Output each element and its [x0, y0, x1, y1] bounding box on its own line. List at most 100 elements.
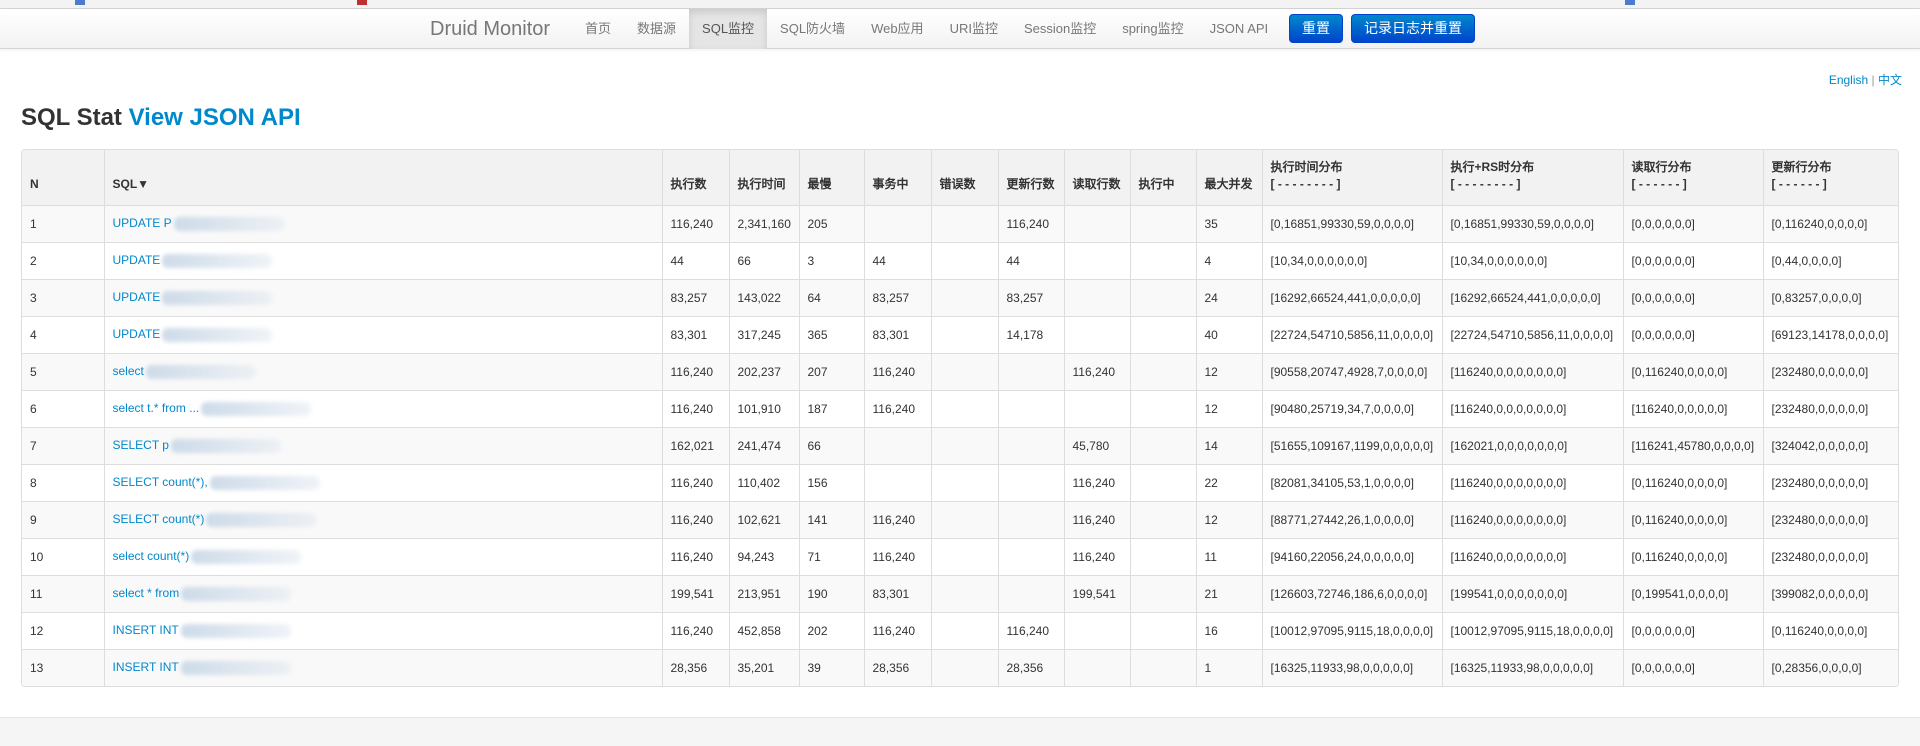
cell-sql-text[interactable]: SELECT p — [103, 426, 662, 464]
nav-item-spring-monitor[interactable]: spring监控 — [1109, 9, 1196, 49]
cell-update-histogram: [0,116240,0,0,0,0] — [1762, 204, 1898, 242]
col-header-error-count[interactable]: 错误数 — [930, 150, 998, 205]
nav-item-web-app[interactable]: Web应用 — [858, 9, 937, 49]
col-header-max-concurrent[interactable]: 最大并发 — [1195, 150, 1262, 205]
cell-exec-rs-histogram: [116240,0,0,0,0,0,0,0] — [1441, 500, 1623, 538]
table-row: 3 UPDATE 83,257 143,022 64 83,257 83,257 24 [162… — [22, 278, 1898, 316]
cell-in-transaction: 28,356 — [863, 648, 931, 686]
nav-item-sql-monitor[interactable]: SQL监控 — [689, 9, 768, 49]
col-header-sql[interactable]: SQL▼ — [103, 150, 662, 205]
cell-fetch-rows — [1063, 611, 1130, 649]
nav-item-datasource[interactable]: 数据源 — [624, 9, 689, 49]
cell-update-rows — [997, 352, 1064, 390]
cell-update-histogram: [0,44,0,0,0,0] — [1762, 241, 1898, 279]
table-row: 1 UPDATE P 116,240 2,341,160 205 116,240 35 [0,… — [22, 204, 1898, 242]
bookmark-mark — [357, 0, 367, 5]
cell-sql-text[interactable]: select * from — [103, 574, 662, 612]
col-header-exec-rs-histogram[interactable]: 执行+RS时分布 [ - - - - - - - - ] — [1441, 150, 1623, 205]
nav-item-sql-firewall[interactable]: SQL防火墙 — [767, 9, 858, 49]
cell-error-count — [930, 241, 998, 279]
cell-slowest: 64 — [798, 278, 864, 316]
sql-link[interactable]: SELECT count(*) — [113, 512, 205, 526]
sql-link[interactable]: INSERT INT — [113, 623, 179, 637]
lang-english-link[interactable]: English — [1829, 73, 1868, 87]
cell-sql-text[interactable]: select count(*) — [103, 537, 662, 575]
cell-sql-text[interactable]: select t.* from ... — [103, 389, 662, 427]
cell-update-histogram: [232480,0,0,0,0,0] — [1762, 389, 1898, 427]
cell-exec-time: 452,858 — [728, 611, 799, 649]
cell-exec-count: 116,240 — [661, 611, 729, 649]
nav-item-json-api[interactable]: JSON API — [1197, 9, 1282, 49]
cell-row-number: 4 — [22, 315, 104, 353]
cell-sql-text[interactable]: UPDATE — [103, 241, 662, 279]
cell-row-number: 13 — [22, 648, 104, 686]
cell-in-transaction: 116,240 — [863, 537, 931, 575]
nav-menu: 首页 数据源 SQL监控 SQL防火墙 Web应用 URI监控 Session监… — [572, 9, 1281, 49]
col-header-exec-count[interactable]: 执行数 — [661, 150, 729, 205]
cell-exec-rs-histogram: [0,16851,99330,59,0,0,0,0] — [1441, 204, 1623, 242]
table-row: 13 INSERT INT 28,356 35,201 39 28,356 28,356 1[… — [22, 648, 1898, 686]
cell-max-concurrent: 14 — [1195, 426, 1262, 464]
sql-link[interactable]: UPDATE — [113, 253, 161, 267]
col-header-in-transaction[interactable]: 事务中 — [863, 150, 931, 205]
cell-sql-text[interactable]: INSERT INT — [103, 611, 662, 649]
nav-item-session-monitor[interactable]: Session监控 — [1011, 9, 1109, 49]
cell-running — [1129, 463, 1196, 501]
sql-link[interactable]: UPDATE P — [113, 216, 172, 230]
cell-in-transaction: 116,240 — [863, 389, 931, 427]
cell-slowest: 3 — [798, 241, 864, 279]
log-and-reset-button[interactable]: 记录日志并重置 — [1351, 14, 1475, 43]
cell-exec-histogram: [82081,34105,53,1,0,0,0,0] — [1261, 463, 1442, 501]
cell-fetch-rows — [1063, 389, 1130, 427]
sql-link[interactable]: select count(*) — [113, 549, 190, 563]
cell-error-count — [930, 426, 998, 464]
col-header-slowest[interactable]: 最慢 — [798, 150, 864, 205]
cell-fetch-rows: 116,240 — [1063, 500, 1130, 538]
col-header-fetch-histogram[interactable]: 读取行分布 [ - - - - - - ] — [1622, 150, 1763, 205]
cell-update-rows: 116,240 — [997, 611, 1064, 649]
sql-link[interactable]: UPDATE — [113, 290, 161, 304]
cell-sql-text[interactable]: SELECT count(*) — [103, 500, 662, 538]
cell-exec-count: 199,541 — [661, 574, 729, 612]
cell-exec-rs-histogram: [199541,0,0,0,0,0,0,0] — [1441, 574, 1623, 612]
sql-link[interactable]: select * from — [113, 586, 180, 600]
col-header-exec-time[interactable]: 执行时间 — [728, 150, 799, 205]
view-json-api-link[interactable]: View JSON API — [129, 104, 301, 131]
cell-running — [1129, 611, 1196, 649]
cell-sql-text[interactable]: INSERT INT — [103, 648, 662, 686]
sql-link[interactable]: INSERT INT — [113, 660, 179, 674]
col-header-fetch-rows[interactable]: 读取行数 — [1063, 150, 1130, 205]
table-row: 5 select 116,240 202,237 207 116,240 116,240 12… — [22, 352, 1898, 390]
cell-slowest: 39 — [798, 648, 864, 686]
nav-item-home[interactable]: 首页 — [572, 9, 624, 49]
cell-in-transaction — [863, 426, 931, 464]
redacted-text — [206, 512, 317, 527]
lang-chinese-link[interactable]: 中文 — [1878, 73, 1902, 87]
cell-error-count — [930, 278, 998, 316]
cell-sql-text[interactable]: UPDATE P — [103, 204, 662, 242]
cell-slowest: 141 — [798, 500, 864, 538]
nav-item-uri-monitor[interactable]: URI监控 — [937, 9, 1011, 49]
sql-link[interactable]: select — [113, 364, 144, 378]
cell-error-count — [930, 315, 998, 353]
sql-link[interactable]: SELECT count(*), — [113, 475, 208, 489]
sql-link[interactable]: select t.* from ... — [113, 401, 200, 415]
col-header-running[interactable]: 执行中 — [1129, 150, 1196, 205]
sql-link[interactable]: UPDATE — [113, 327, 161, 341]
col-header-update-histogram[interactable]: 更新行分布 [ - - - - - - ] — [1762, 150, 1898, 205]
cell-sql-text[interactable]: SELECT count(*), — [103, 463, 662, 501]
reset-button[interactable]: 重置 — [1289, 14, 1343, 43]
cell-sql-text[interactable]: UPDATE — [103, 315, 662, 353]
cell-fetch-rows: 116,240 — [1063, 537, 1130, 575]
cell-slowest: 207 — [798, 352, 864, 390]
brand-title[interactable]: Druid Monitor — [430, 17, 550, 41]
cell-sql-text[interactable]: select — [103, 352, 662, 390]
col-header-exec-histogram[interactable]: 执行时间分布 [ - - - - - - - - ] — [1261, 150, 1442, 205]
cell-slowest: 365 — [798, 315, 864, 353]
col-header-update-rows[interactable]: 更新行数 — [997, 150, 1064, 205]
cell-sql-text[interactable]: UPDATE — [103, 278, 662, 316]
cell-fetch-histogram: [0,116240,0,0,0,0] — [1622, 500, 1763, 538]
cell-max-concurrent: 12 — [1195, 389, 1262, 427]
cell-row-number: 6 — [22, 389, 104, 427]
sql-link[interactable]: SELECT p — [113, 438, 169, 452]
